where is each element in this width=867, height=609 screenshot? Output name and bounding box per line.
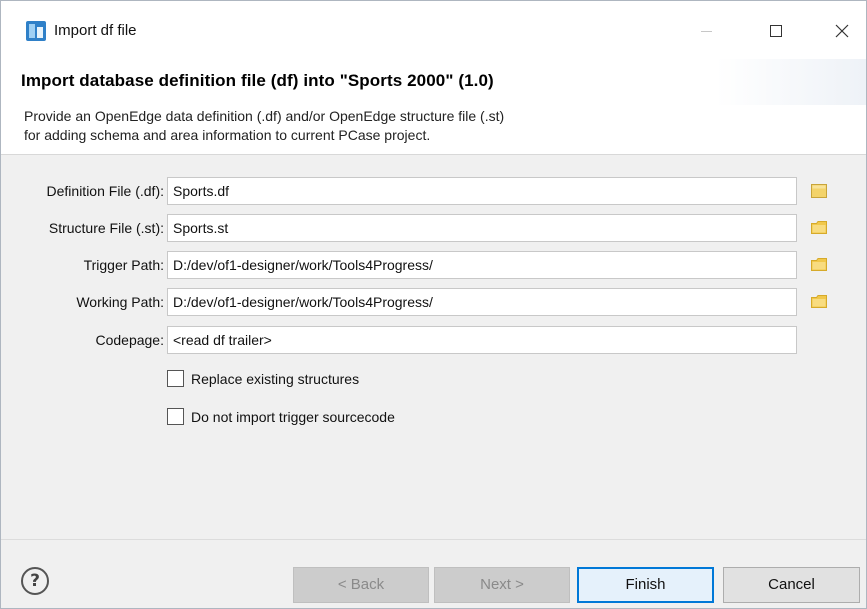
- finish-button[interactable]: Finish: [577, 567, 714, 603]
- close-icon: [835, 24, 849, 38]
- definition-file-row: Definition File (.df): Sports.df: [1, 177, 866, 205]
- page-title: Import database definition file (df) int…: [21, 71, 494, 90]
- codepage-row: Codepage: <read df trailer>: [1, 326, 866, 354]
- description-line-1: Provide an OpenEdge data definition (.df…: [24, 108, 505, 124]
- definition-file-label: Definition File (.df):: [46, 183, 164, 199]
- folder-icon: [811, 258, 827, 271]
- definition-file-input[interactable]: Sports.df: [167, 177, 797, 205]
- help-icon[interactable]: ?: [21, 567, 49, 595]
- form-area: Definition File (.df): Sports.df Structu…: [1, 156, 866, 539]
- folder-icon: [811, 221, 827, 234]
- no-trigger-import-label[interactable]: Do not import trigger sourcecode: [191, 409, 395, 425]
- maximize-button[interactable]: [753, 13, 799, 49]
- structure-file-input[interactable]: Sports.st: [167, 214, 797, 242]
- cancel-button[interactable]: Cancel: [723, 567, 860, 603]
- working-path-input[interactable]: D:/dev/of1-designer/work/Tools4Progress/: [167, 288, 797, 316]
- app-icon: [26, 21, 46, 41]
- structure-file-label: Structure File (.st):: [48, 220, 164, 236]
- browse-trigger-path-button[interactable]: [811, 257, 827, 272]
- codepage-label: Codepage:: [95, 332, 164, 348]
- import-df-dialog: Import df file Import database definitio…: [0, 0, 867, 609]
- replace-existing-label[interactable]: Replace existing structures: [191, 371, 359, 387]
- description-line-2: for adding schema and area information t…: [24, 127, 431, 143]
- browse-structure-file-button[interactable]: [811, 220, 827, 235]
- minimize-button[interactable]: [683, 13, 729, 49]
- browse-definition-file-button[interactable]: [811, 183, 827, 198]
- trigger-path-row: Trigger Path: D:/dev/of1-designer/work/T…: [1, 251, 866, 279]
- minimize-icon: [700, 30, 712, 32]
- working-path-row: Working Path: D:/dev/of1-designer/work/T…: [1, 288, 866, 316]
- folder-icon: [811, 184, 827, 198]
- browse-working-path-button[interactable]: [811, 294, 827, 309]
- back-button[interactable]: < Back: [293, 567, 429, 603]
- banner-decoration: [716, 59, 866, 105]
- maximize-icon: [770, 25, 782, 37]
- button-bar: ? < Back Next > Finish Cancel: [1, 539, 866, 608]
- replace-existing-checkbox[interactable]: [167, 370, 184, 387]
- trigger-path-input[interactable]: D:/dev/of1-designer/work/Tools4Progress/: [167, 251, 797, 279]
- no-trigger-import-checkbox[interactable]: [167, 408, 184, 425]
- close-button[interactable]: [819, 13, 865, 49]
- window-title: Import df file: [54, 22, 137, 39]
- trigger-path-label: Trigger Path:: [83, 257, 164, 273]
- folder-icon: [811, 295, 827, 308]
- page-description: Provide an OpenEdge data definition (.df…: [24, 107, 504, 145]
- structure-file-row: Structure File (.st): Sports.st: [1, 214, 866, 242]
- title-bar[interactable]: Import df file: [1, 1, 866, 59]
- header-banner: Import database definition file (df) int…: [1, 59, 866, 155]
- working-path-label: Working Path:: [76, 294, 164, 310]
- codepage-input[interactable]: <read df trailer>: [167, 326, 797, 354]
- next-button[interactable]: Next >: [434, 567, 570, 603]
